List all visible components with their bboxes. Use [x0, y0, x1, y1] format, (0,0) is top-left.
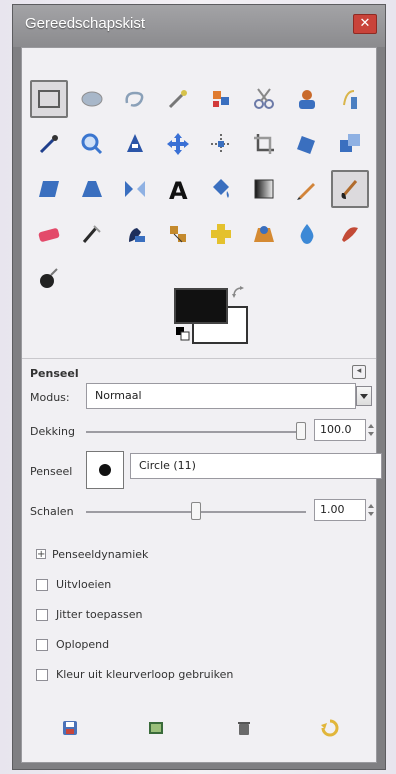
scale-field[interactable]: 1.00 — [314, 499, 366, 521]
smudge-icon[interactable] — [331, 215, 369, 253]
move-icon[interactable] — [159, 125, 197, 163]
scale-value: 1.00 — [320, 503, 345, 516]
lasso-icon[interactable] — [116, 80, 154, 118]
opacity-slider-track[interactable] — [86, 431, 306, 433]
gradient-color-label: Kleur uit kleurverloop gebruiken — [56, 668, 234, 681]
perspective-clone-icon[interactable] — [245, 215, 283, 253]
fade-label: Uitvloeien — [56, 578, 112, 591]
scale-label: Schalen — [30, 505, 74, 518]
heal-icon[interactable] — [202, 215, 240, 253]
foreground-color-swatch[interactable] — [174, 288, 228, 324]
toolbox-client: A Penseel ◂ Modus: Normaal Dekking 100.0… — [21, 47, 382, 765]
mode-label: Modus: — [30, 391, 70, 404]
mode-dropdown-button[interactable] — [356, 386, 372, 406]
delete-options-icon[interactable] — [234, 718, 254, 738]
dynamics-expander-icon[interactable]: + — [36, 549, 46, 560]
fuzzy-select-icon[interactable] — [159, 80, 197, 118]
mode-select[interactable]: Normaal — [86, 383, 356, 409]
opacity-spinner[interactable] — [368, 421, 374, 439]
brush-dot-icon — [99, 464, 111, 476]
jitter-label: Jitter toepassen — [56, 608, 143, 621]
scissors-icon[interactable] — [245, 80, 283, 118]
zoom-icon[interactable] — [73, 125, 111, 163]
gradient-color-checkbox[interactable] — [36, 669, 48, 681]
opacity-label: Dekking — [30, 425, 75, 438]
crop-icon[interactable] — [245, 125, 283, 163]
toolbox-window: Gereedschapskist ✕ A Penseel ◂ Modus: No… — [12, 4, 386, 770]
eraser-icon[interactable] — [30, 215, 68, 253]
foreground-select-icon[interactable] — [288, 80, 326, 118]
save-options-icon[interactable] — [60, 718, 80, 738]
ellipse-select-icon[interactable] — [73, 80, 111, 118]
brush-name-field[interactable]: Circle (11) — [130, 453, 382, 479]
color-swatches — [174, 286, 254, 348]
dodge-burn-icon[interactable] — [30, 260, 68, 298]
blur-icon[interactable] — [288, 215, 326, 253]
window-title: Gereedschapskist — [25, 15, 146, 32]
ink-icon[interactable] — [116, 215, 154, 253]
measure-icon[interactable] — [116, 125, 154, 163]
scale-spinner[interactable] — [368, 501, 374, 519]
perspective-icon[interactable] — [73, 170, 111, 208]
brush-preview[interactable] — [86, 451, 124, 489]
scale-slider-thumb[interactable] — [191, 502, 201, 520]
gradient-icon[interactable] — [245, 170, 283, 208]
brush-name: Circle (11) — [139, 459, 196, 472]
clone-icon[interactable] — [159, 215, 197, 253]
text-icon[interactable]: A — [159, 170, 197, 208]
incremental-label: Oplopend — [56, 638, 110, 651]
brush-label: Penseel — [30, 465, 73, 478]
bottom-toolbar — [22, 708, 376, 748]
airbrush-icon[interactable] — [73, 215, 111, 253]
fade-checkbox[interactable] — [36, 579, 48, 591]
tool-grid: A — [30, 80, 370, 300]
rect-select-icon[interactable] — [30, 80, 68, 118]
tool-options-title: Penseel — [30, 367, 79, 380]
shear-icon[interactable] — [30, 170, 68, 208]
mode-value: Normaal — [95, 389, 142, 402]
opacity-value: 100.0 — [320, 423, 352, 436]
scale-icon[interactable] — [331, 125, 369, 163]
flip-icon[interactable] — [116, 170, 154, 208]
jitter-checkbox[interactable] — [36, 609, 48, 621]
incremental-checkbox[interactable] — [36, 639, 48, 651]
pencil-icon[interactable] — [288, 170, 326, 208]
reset-options-icon[interactable] — [320, 718, 340, 738]
tool-options-panel: Penseel ◂ Modus: Normaal Dekking 100.0 P… — [22, 358, 382, 765]
title-bar[interactable]: Gereedschapskist ✕ — [13, 5, 385, 47]
align-icon[interactable] — [202, 125, 240, 163]
bucket-fill-icon[interactable] — [202, 170, 240, 208]
color-picker-icon[interactable] — [30, 125, 68, 163]
opacity-field[interactable]: 100.0 — [314, 419, 366, 441]
opacity-slider-thumb[interactable] — [296, 422, 306, 440]
select-by-color-icon[interactable] — [202, 80, 240, 118]
svg-text:A: A — [169, 177, 188, 203]
panel-menu-button[interactable]: ◂ — [352, 365, 366, 379]
dynamics-label[interactable]: Penseeldynamiek — [52, 548, 148, 561]
rotate-icon[interactable] — [288, 125, 326, 163]
paintbrush-icon[interactable] — [331, 170, 369, 208]
paths-icon[interactable] — [331, 80, 369, 118]
restore-options-icon[interactable] — [146, 718, 166, 738]
close-button[interactable]: ✕ — [353, 14, 377, 34]
swap-colors-icon[interactable] — [232, 286, 246, 300]
default-colors-icon[interactable] — [176, 326, 190, 341]
